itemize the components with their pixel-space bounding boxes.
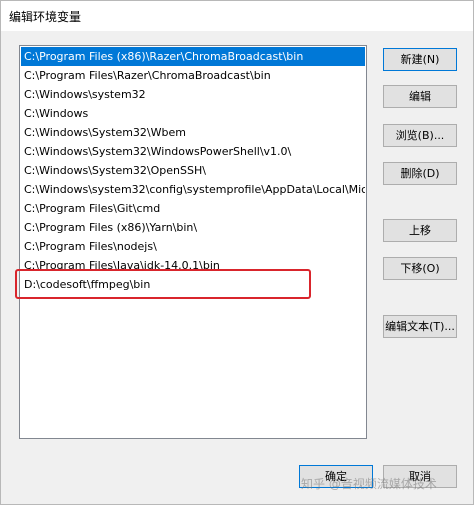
list-item[interactable]: C:\Program Files (x86)\Yarn\bin\ (21, 218, 365, 237)
new-button[interactable]: 新建(N) (383, 48, 457, 71)
list-item[interactable]: C:\Windows (21, 104, 365, 123)
edit-environment-variable-dialog: 编辑环境变量 C:\Program Files (x86)\Razer\Chro… (0, 0, 474, 505)
browse-button[interactable]: 浏览(B)... (383, 124, 457, 147)
list-item[interactable]: C:\Windows\system32\config\systemprofile… (21, 180, 365, 199)
list-item[interactable]: C:\Program Files\Java\jdk-14.0.1\bin (21, 256, 365, 275)
list-item[interactable]: C:\Program Files\Razer\ChromaBroadcast\b… (21, 66, 365, 85)
path-list[interactable]: C:\Program Files (x86)\Razer\ChromaBroad… (19, 45, 367, 439)
list-item[interactable]: C:\Windows\system32 (21, 85, 365, 104)
delete-button[interactable]: 删除(D) (383, 162, 457, 185)
dialog-title: 编辑环境变量 (9, 10, 82, 24)
list-item[interactable]: C:\Windows\System32\OpenSSH\ (21, 161, 365, 180)
list-item[interactable]: C:\Windows\System32\WindowsPowerShell\v1… (21, 142, 365, 161)
list-item[interactable]: C:\Windows\System32\Wbem (21, 123, 365, 142)
list-item[interactable]: C:\Program Files\nodejs\ (21, 237, 365, 256)
list-item[interactable]: C:\Program Files\Git\cmd (21, 199, 365, 218)
title-bar: 编辑环境变量 (1, 1, 473, 31)
edit-button[interactable]: 编辑 (383, 85, 457, 108)
list-item[interactable]: D:\codesoft\ffmpeg\bin (21, 275, 365, 294)
move-down-button[interactable]: 下移(O) (383, 257, 457, 280)
list-item[interactable]: C:\Program Files (x86)\Razer\ChromaBroad… (21, 47, 365, 66)
watermark-text: 知乎 @音视频流媒体技术 (301, 477, 437, 491)
edit-text-button[interactable]: 编辑文本(T)... (383, 315, 457, 338)
move-up-button[interactable]: 上移 (383, 219, 457, 242)
